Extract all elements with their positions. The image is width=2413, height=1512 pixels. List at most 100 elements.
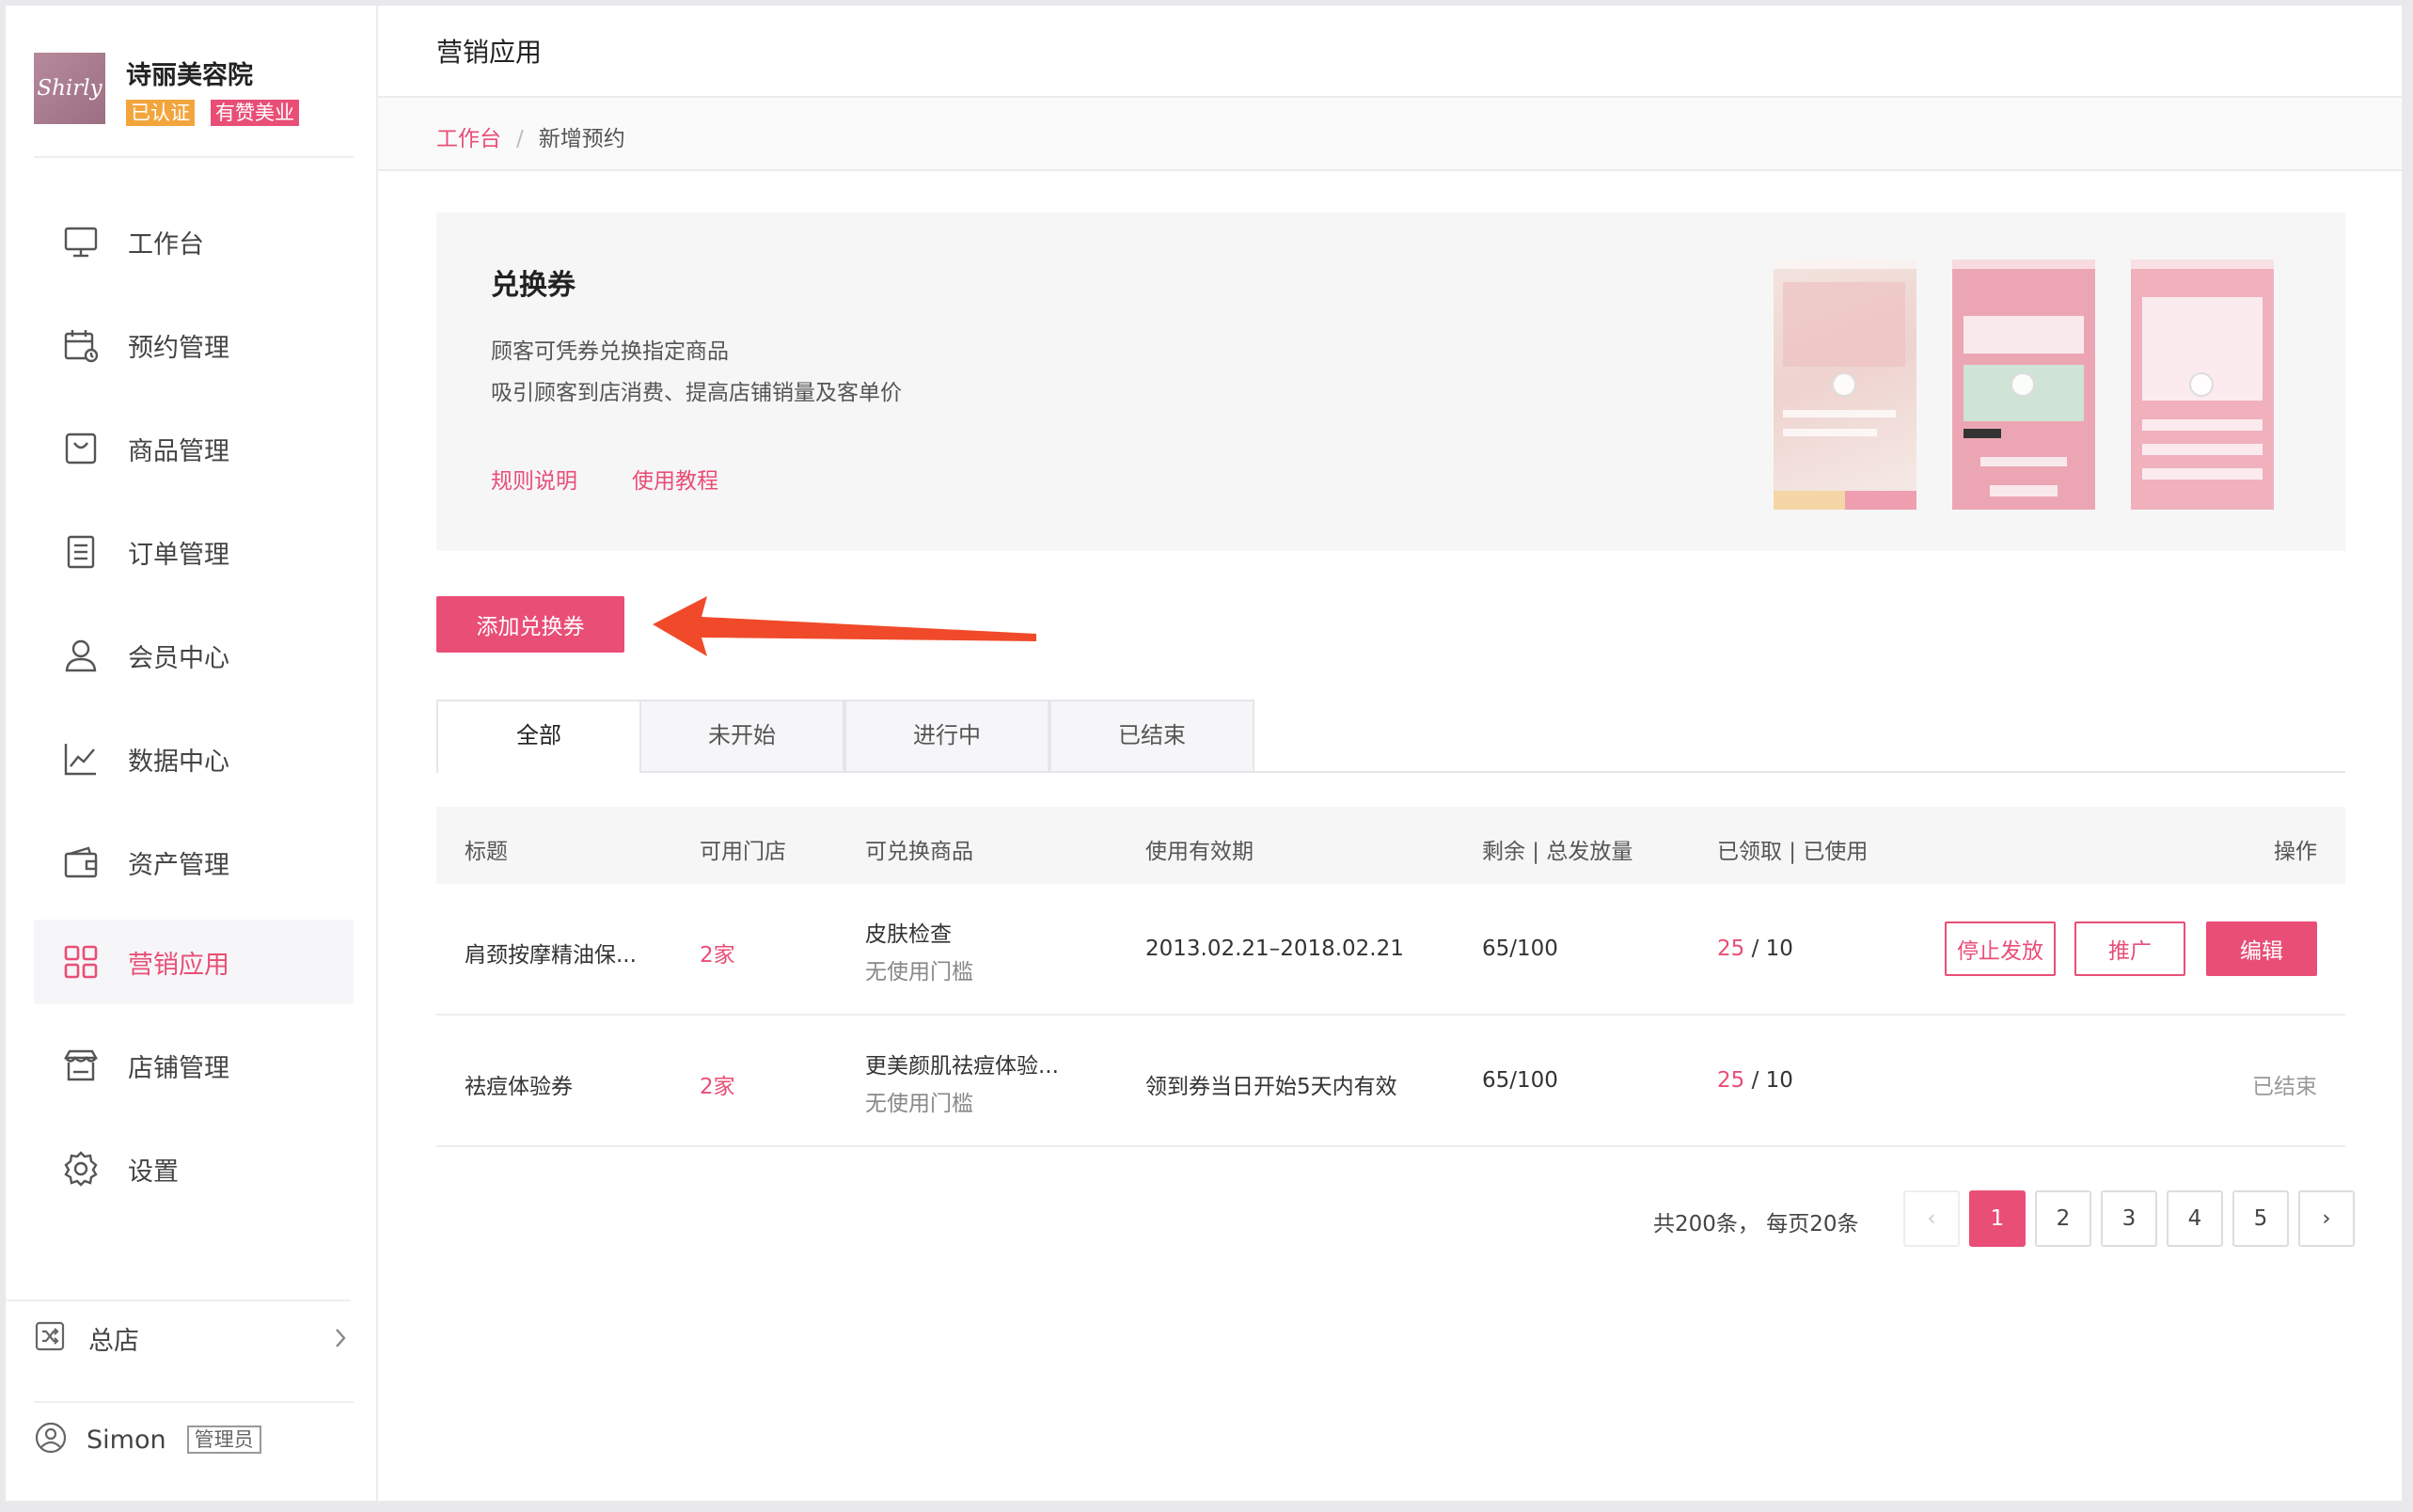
- main-content: 营销应用 工作台 / 新增预约 兑换券 顾客可凭券兑换指定商品 吸引顾客到店消费、提…: [378, 6, 2402, 1501]
- sidebar-item-orders[interactable]: 订单管理: [34, 510, 354, 594]
- status-ended-label: 已结束: [2252, 1075, 2317, 1099]
- column-header: 可兑换商品: [865, 840, 973, 864]
- sidebar-item-appointments[interactable]: 预约管理: [34, 303, 354, 387]
- user-role-badge: 管理员: [186, 1425, 261, 1454]
- claimed-used: 25 / 10: [1717, 937, 1793, 961]
- sidebar-item-settings[interactable]: 设置: [34, 1126, 354, 1211]
- product-threshold: 无使用门槛: [865, 1092, 973, 1116]
- status-tabs: 全部 未开始 进行中 已结束: [436, 700, 2345, 773]
- product-threshold: 无使用门槛: [865, 960, 973, 984]
- intro-description: 顾客可凭券兑换指定商品: [491, 339, 729, 364]
- chart-icon: [60, 738, 102, 780]
- sidebar-item-label: 营销应用: [128, 950, 229, 980]
- validity-period: 2013.02.21–2018.02.21: [1145, 937, 1404, 961]
- brand: Shirly 诗丽美容院 已认证 有赞美业: [34, 51, 354, 135]
- sidebar-item-members[interactable]: 会员中心: [34, 613, 354, 698]
- breadcrumb-current: 新增预约: [538, 127, 625, 151]
- sidebar-item-products[interactable]: 商品管理: [34, 406, 354, 491]
- pagination-summary: 共200条， 每页20条: [1653, 1212, 1859, 1236]
- bag-icon: [60, 428, 102, 469]
- used-count: / 10: [1744, 937, 1793, 961]
- intro-description: 吸引顾客到店消费、提高店铺销量及客单价: [491, 381, 902, 405]
- coupon-title[interactable]: 肩颈按摩精油保...: [465, 937, 637, 969]
- store-icon: [60, 1045, 102, 1086]
- table-row: 肩颈按摩精油保... 2家 皮肤检查 无使用门槛 2013.02.21–2018…: [436, 884, 2345, 1016]
- intro-title: 兑换券: [491, 269, 576, 302]
- sidebar-item-workbench[interactable]: 工作台: [34, 199, 354, 284]
- tab-in-progress[interactable]: 进行中: [844, 700, 1049, 771]
- sidebar-item-assets[interactable]: 资产管理: [34, 820, 354, 905]
- brand-name: 诗丽美容院: [126, 61, 253, 90]
- claimed-used: 25 / 10: [1717, 1068, 1793, 1093]
- sidebar: Shirly 诗丽美容院 已认证 有赞美业 工作台 预约管理 商品管理 订单管理…: [6, 6, 378, 1501]
- sidebar-item-marketing[interactable]: 营销应用: [34, 920, 354, 1004]
- preview-thumbnail[interactable]: [2131, 260, 2274, 510]
- sidebar-item-store[interactable]: 店铺管理: [34, 1023, 354, 1108]
- next-page-button[interactable]: ›: [2298, 1190, 2355, 1247]
- claimed-count[interactable]: 25: [1717, 937, 1744, 961]
- sidebar-item-data[interactable]: 数据中心: [34, 717, 354, 801]
- breadcrumb: 工作台 / 新增预约: [378, 98, 2402, 171]
- tutorial-link[interactable]: 使用教程: [632, 463, 718, 495]
- sidebar-divider: [6, 1299, 350, 1301]
- column-header: 剩余 | 总发放量: [1482, 840, 1633, 864]
- sidebar-divider: [34, 1401, 354, 1403]
- column-header: 可用门店: [700, 840, 786, 864]
- tab-ended[interactable]: 已结束: [1049, 700, 1254, 771]
- store-count-link[interactable]: 2家: [700, 1068, 735, 1100]
- sidebar-item-label: 会员中心: [128, 643, 229, 673]
- annotation-arrow: [653, 596, 1036, 656]
- store-count-link[interactable]: 2家: [700, 937, 735, 969]
- validity-period: 领到券当日开始5天内有效: [1145, 1075, 1397, 1099]
- user-name: Simon: [87, 1425, 166, 1455]
- add-coupon-button[interactable]: 添加兑换券: [436, 596, 624, 653]
- product-name: 皮肤检查: [865, 922, 952, 947]
- zoom-icon: [2011, 372, 2035, 397]
- coupon-title[interactable]: 祛痘体验券: [465, 1068, 573, 1100]
- store-switcher[interactable]: 总店: [34, 1315, 354, 1362]
- page-button[interactable]: 5: [2232, 1190, 2289, 1247]
- used-count: / 10: [1744, 1068, 1793, 1093]
- zoom-icon: [1832, 372, 1856, 397]
- stop-issuing-button[interactable]: 停止发放: [1945, 921, 2056, 976]
- sidebar-item-label: 预约管理: [128, 333, 229, 363]
- chevron-right-icon: [331, 1324, 350, 1356]
- sidebar-item-label: 数据中心: [128, 747, 229, 777]
- breadcrumb-home-link[interactable]: 工作台: [436, 127, 501, 151]
- sidebar-item-label: 工作台: [128, 229, 204, 260]
- page-button[interactable]: 2: [2035, 1190, 2091, 1247]
- apps-icon: [60, 941, 102, 983]
- preview-thumbnail[interactable]: [1774, 260, 1916, 510]
- remaining-total: 65/100: [1482, 937, 1558, 961]
- sidebar-item-label: 商品管理: [128, 436, 229, 466]
- prev-page-button[interactable]: ‹: [1903, 1190, 1960, 1247]
- rules-link[interactable]: 规则说明: [491, 463, 577, 495]
- sidebar-divider: [34, 156, 354, 158]
- preview-thumbnail[interactable]: [1952, 260, 2095, 510]
- calendar-icon: [60, 324, 102, 366]
- promote-button[interactable]: 推广: [2074, 921, 2185, 976]
- wallet-icon: [60, 842, 102, 883]
- sidebar-item-label: 店铺管理: [128, 1053, 229, 1083]
- user-profile[interactable]: Simon 管理员: [34, 1416, 354, 1463]
- gear-icon: [60, 1148, 102, 1189]
- sidebar-item-label: 订单管理: [128, 540, 229, 570]
- tab-not-started[interactable]: 未开始: [639, 700, 844, 771]
- column-header: 已领取 | 已使用: [1717, 840, 1869, 864]
- sidebar-item-label: 资产管理: [128, 850, 229, 880]
- shuffle-icon: [34, 1320, 66, 1356]
- page-title: 营销应用: [436, 37, 543, 68]
- product-name: 更美颜肌祛痘体验...: [865, 1054, 1059, 1079]
- page-button[interactable]: 1: [1969, 1190, 2026, 1247]
- page-button[interactable]: 4: [2167, 1190, 2223, 1247]
- tab-all[interactable]: 全部: [436, 700, 641, 773]
- claimed-count[interactable]: 25: [1717, 1068, 1744, 1093]
- column-header: 使用有效期: [1145, 840, 1254, 864]
- page-button[interactable]: 3: [2101, 1190, 2157, 1247]
- edit-button[interactable]: 编辑: [2206, 921, 2317, 976]
- youzan-badge: 有赞美业: [211, 100, 299, 126]
- breadcrumb-separator: /: [516, 127, 524, 151]
- table-header: 标题 可用门店 可兑换商品 使用有效期 剩余 | 总发放量 已领取 | 已使用 …: [436, 807, 2345, 884]
- store-name: 总店: [88, 1326, 139, 1356]
- table-row: 祛痘体验券 2家 更美颜肌祛痘体验... 无使用门槛 领到券当日开始5天内有效 …: [436, 1016, 2345, 1147]
